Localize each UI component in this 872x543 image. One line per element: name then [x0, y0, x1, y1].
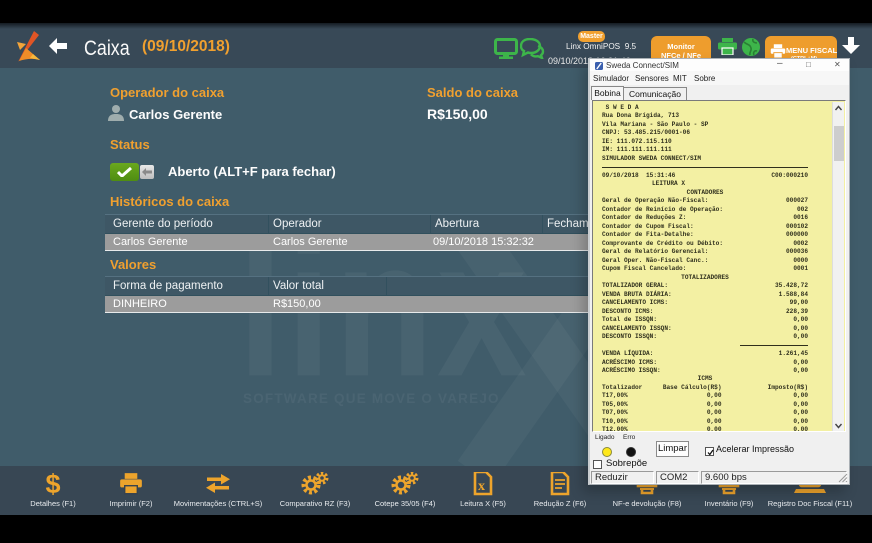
svg-text:x: x: [478, 479, 485, 494]
